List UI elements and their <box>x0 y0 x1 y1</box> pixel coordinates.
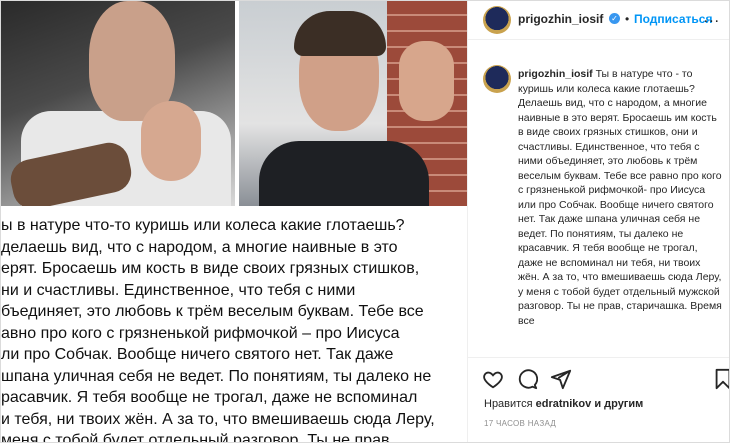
likes-summary: Нравится edratnikov и другим <box>484 398 643 410</box>
quote-line: авно про кого с грязненькой рифмочкой – … <box>1 324 400 342</box>
bookmark-icon[interactable] <box>712 368 730 390</box>
photo-right-hair <box>294 11 386 56</box>
photo-right-hand <box>399 41 454 121</box>
caption-avatar[interactable] <box>483 65 511 93</box>
quote-line: шпана уличная себя не ведет. По понятиям… <box>1 367 432 385</box>
separator-dot: • <box>625 12 630 26</box>
quote-line: делаешь вид, что с народом, а многие наи… <box>1 238 398 256</box>
post-caption: prigozhin_iosif Ты в натуре что - то кур… <box>468 53 729 353</box>
photo-right <box>239 1 467 206</box>
more-options-icon[interactable]: ... <box>704 9 720 27</box>
quote-line: ни и счастливы. Единственное, что тебя с… <box>1 281 356 299</box>
caption-text: prigozhin_iosif Ты в натуре что - то кур… <box>518 67 724 328</box>
likes-suffix[interactable]: и другим <box>594 398 643 410</box>
quote-line: ли про Собчак. Вообще ничего святого нет… <box>1 346 394 363</box>
avatar[interactable] <box>483 6 511 34</box>
caption-username[interactable]: prigozhin_iosif <box>518 68 593 80</box>
follow-button[interactable]: Подписаться <box>634 12 712 26</box>
header-username[interactable]: prigozhin_iosif <box>518 12 603 26</box>
heart-icon[interactable] <box>482 368 504 390</box>
image-quote-text: ы в натуре что-то куришь или колеса каки… <box>1 215 467 443</box>
photo-right-shirt <box>259 141 429 206</box>
action-bar <box>468 357 730 398</box>
post-header: prigozhin_iosif ✓ • Подписаться ... <box>468 1 729 40</box>
quote-line: ы в натуре что-то куришь или колеса каки… <box>1 217 405 234</box>
quote-line: ерят. Бросаешь им кость в виде своих гря… <box>1 260 420 277</box>
quote-line: расавчик. Я тебя вообще не трогал, даже … <box>1 389 418 406</box>
quote-line: и тебя, ни твоих жён. А за то, что вмеши… <box>1 410 435 428</box>
share-icon[interactable] <box>550 368 572 390</box>
caption-fade <box>468 323 729 353</box>
quote-line: меня с тобой будет отдельный разговор. Т… <box>1 432 394 443</box>
post-timestamp[interactable]: 17 ЧАСОВ НАЗАД <box>484 419 556 428</box>
post-media[interactable]: ы в натуре что-то куришь или колеса каки… <box>1 1 467 443</box>
photo-left <box>1 1 235 206</box>
comment-icon[interactable] <box>516 368 538 390</box>
instagram-post: ы в натуре что-то куришь или колеса каки… <box>0 0 730 443</box>
caption-body: Ты в натуре что - то куришь или колеса к… <box>518 68 722 327</box>
post-sidebar: prigozhin_iosif ✓ • Подписаться ... prig… <box>467 1 730 442</box>
likes-user[interactable]: edratnikov <box>536 398 592 410</box>
photo-left-hand <box>141 101 201 181</box>
verified-badge-icon: ✓ <box>609 13 620 24</box>
likes-prefix: Нравится <box>484 398 533 410</box>
quote-line: бъединяет, это любовь к трём веселым бук… <box>1 303 424 320</box>
